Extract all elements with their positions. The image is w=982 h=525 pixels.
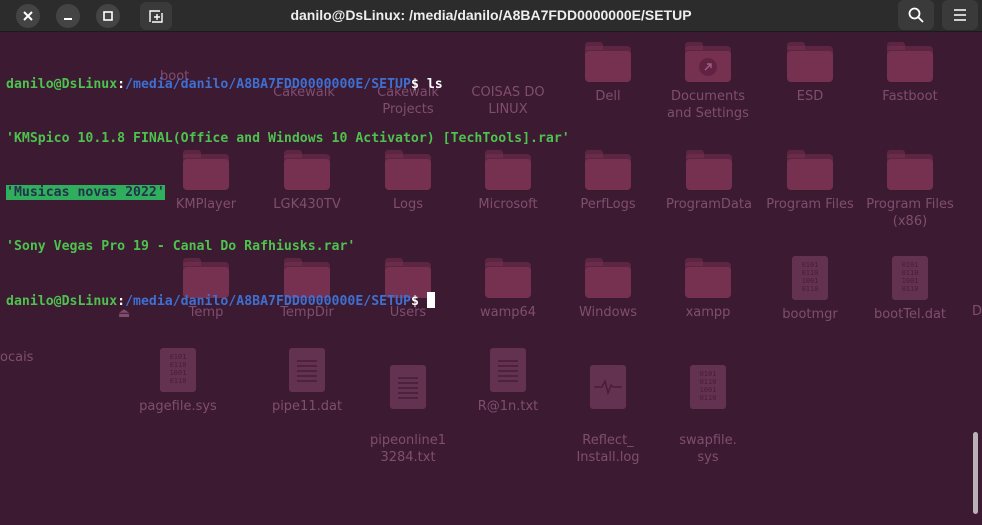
bg-file-pagefile: 0101 0110 1001 0110 pagefile.sys (132, 348, 224, 415)
prompt-path: /media/danilo/A8BA7FDD0000000E/SETUP (125, 294, 411, 309)
output-line: 'Musicas novas 2022' (6, 184, 966, 202)
bg-file-swapfile: 0101 0110 1001 0110 swapfile. sys (662, 348, 754, 466)
bg-item-label: swapfile. sys (679, 433, 737, 465)
prompt-symbol: $ (410, 77, 419, 92)
title-bar: danilo@DsLinux: /media/danilo/A8BA7FDD00… (0, 0, 982, 32)
scrollbar-thumb[interactable] (973, 432, 978, 514)
hamburger-icon (954, 9, 966, 21)
text-file-icon (289, 348, 325, 392)
prompt-line: danilo@DsLinux:/media/danilo/A8BA7FDD000… (6, 292, 966, 310)
output-file: 'Sony Vegas Pro 19 - Canal Do Rafhiusks.… (6, 239, 356, 254)
output-directory: 'Musicas novas 2022' (6, 185, 165, 200)
command-text: ls (418, 77, 443, 92)
search-button[interactable] (898, 0, 934, 30)
bg-item-label: Reflect_ Install.log (576, 433, 640, 465)
binary-glyph: 0101 0110 1001 0110 (699, 370, 717, 402)
window-title: danilo@DsLinux: /media/danilo/A8BA7FDD00… (290, 7, 692, 23)
prompt-user: danilo@DsLinux (6, 294, 118, 309)
binary-glyph: 0101 0110 1001 0110 (169, 353, 187, 385)
binary-file-icon: 0101 0110 1001 0110 (160, 348, 196, 392)
bg-item-label: R@1n.txt (477, 399, 539, 414)
prompt-user: danilo@DsLinux (6, 77, 118, 92)
waveform-icon (594, 379, 622, 395)
bg-file-r1n: R@1n.txt (462, 348, 554, 415)
search-icon (908, 7, 924, 23)
bg-item-label: pagefile.sys (139, 399, 217, 414)
prompt-line: danilo@DsLinux:/media/danilo/A8BA7FDD000… (6, 76, 966, 94)
sidebar-partial-label: ocais (0, 350, 34, 365)
bg-file-pipeonline: pipeonline1 3284.txt (362, 348, 454, 466)
binary-file-icon: 0101 0110 1001 0110 (690, 365, 726, 409)
text-file-icon (390, 365, 426, 409)
output-line: 'KMSpico 10.1.8 FINAL(Office and Windows… (6, 130, 966, 148)
prompt-symbol: $ (410, 294, 419, 309)
text-cursor (426, 292, 435, 308)
bg-item-partial-right: D (972, 304, 982, 319)
bg-file-reflect-log: Reflect_ Install.log (562, 348, 654, 466)
text-file-icon (490, 348, 526, 392)
terminal-output[interactable]: danilo@DsLinux:/media/danilo/A8BA7FDD000… (6, 40, 966, 328)
prompt-separator: : (117, 294, 126, 309)
menu-button[interactable] (942, 0, 978, 30)
bg-item-label: pipeonline1 3284.txt (369, 433, 447, 465)
output-line: 'Sony Vegas Pro 19 - Canal Do Rafhiusks.… (6, 238, 966, 256)
bg-item-label: pipe11.dat (271, 399, 343, 414)
prompt-path: /media/danilo/A8BA7FDD0000000E/SETUP (125, 77, 411, 92)
bg-file-pipe11: pipe11.dat (261, 348, 353, 415)
prompt-separator: : (117, 77, 126, 92)
log-file-icon (590, 365, 626, 409)
output-file: 'KMSpico 10.1.8 FINAL(Office and Windows… (6, 131, 570, 146)
